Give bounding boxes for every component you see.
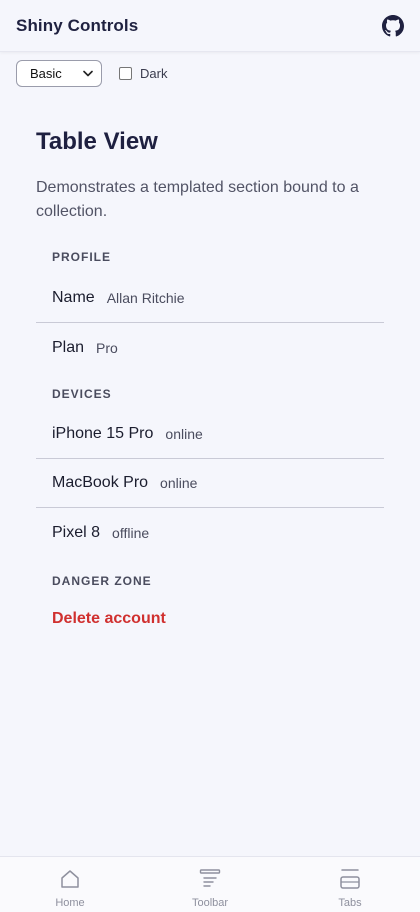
row-detail: Allan Ritchie: [106, 290, 185, 306]
table-row[interactable]: Name Allan Ritchie: [36, 274, 384, 323]
theme-select[interactable]: Basic: [16, 60, 102, 87]
tab-bar: Home Toolbar Tabs: [0, 856, 420, 912]
page-description: Demonstrates a templated section bound t…: [36, 179, 359, 220]
tab-tabs[interactable]: Tabs: [280, 857, 420, 912]
table-row[interactable]: Pixel 8 offline: [36, 508, 384, 557]
app-title: Shiny Controls: [16, 15, 139, 35]
row-detail: Pro: [96, 339, 118, 356]
dark-toggle[interactable]: Dark: [119, 66, 167, 81]
row-title: Plan: [52, 338, 85, 356]
dark-label: Dark: [140, 66, 168, 81]
section-header-profile: PROFILE: [52, 250, 112, 264]
row-detail: offline: [112, 524, 150, 541]
theme-select-value: Basic: [30, 66, 62, 81]
toolbar-icon: [199, 869, 221, 887]
tab-toolbar[interactable]: Toolbar: [140, 857, 280, 912]
delete-account-button[interactable]: Delete account: [36, 610, 384, 628]
home-icon: [61, 870, 79, 888]
row-detail: online: [165, 426, 203, 442]
tab-label: Toolbar: [191, 897, 229, 909]
table-row[interactable]: Plan Pro: [36, 323, 384, 372]
tabs-icon: [340, 869, 360, 889]
chevron-down-icon: [83, 70, 93, 77]
tab-home[interactable]: Home: [0, 857, 140, 912]
row-title: iPhone 15 Pro: [52, 425, 154, 442]
table-row[interactable]: iPhone 15 Pro online: [36, 410, 384, 459]
page-title: Table View: [36, 128, 158, 155]
profile-section: Name Allan Ritchie Plan Pro: [36, 274, 384, 372]
row-detail: online: [160, 475, 198, 491]
devices-section: iPhone 15 Pro online MacBook Pro online …: [36, 410, 384, 557]
row-title: Name: [52, 289, 95, 306]
github-icon[interactable]: [382, 14, 404, 37]
section-header-devices: DEVICES: [52, 387, 112, 401]
tab-label: Tabs: [338, 897, 362, 909]
controls-bar: Basic Dark: [16, 60, 167, 87]
table-row[interactable]: MacBook Pro online: [36, 459, 384, 508]
row-title: MacBook Pro: [52, 474, 149, 491]
tab-label: Home: [55, 897, 85, 909]
dark-checkbox[interactable]: [119, 67, 132, 80]
main-content: Table View Demonstrates a templated sect…: [36, 126, 384, 628]
row-title: Pixel 8: [52, 523, 101, 541]
app-header: Shiny Controls: [0, 0, 420, 52]
section-header-danger: DANGER ZONE: [52, 574, 152, 588]
